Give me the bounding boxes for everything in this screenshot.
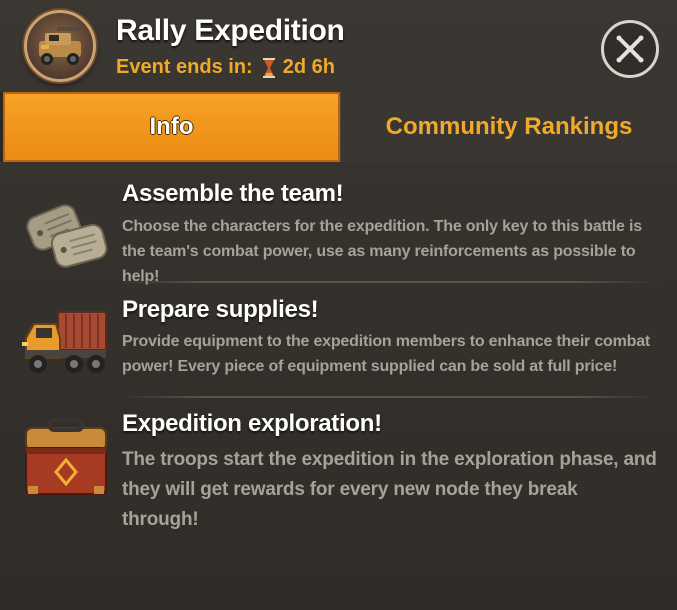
divider — [120, 281, 657, 283]
tab-bar: Info Community Rankings — [0, 92, 677, 162]
list-item: Prepare supplies! Provide equipment to t… — [0, 288, 677, 400]
close-button[interactable] — [601, 20, 659, 78]
armored-vehicle-icon — [24, 10, 96, 82]
dog-tags-icon — [18, 180, 114, 276]
list-item: Assemble the team! Choose the characters… — [0, 172, 677, 285]
close-icon — [616, 35, 644, 63]
row-description: Provide equipment to the expedition memb… — [122, 333, 651, 375]
event-countdown: Event ends in: 2d 6h — [116, 56, 335, 79]
event-panel: Rally Expedition Event ends in: 2d 6h In… — [0, 0, 677, 610]
divider — [120, 396, 657, 398]
row-title: Assemble the team! — [122, 180, 344, 207]
tab-info[interactable]: Info — [3, 92, 340, 162]
row-title: Expedition exploration! — [122, 410, 382, 437]
row-title: Prepare supplies! — [122, 296, 319, 323]
row-description: The troops start the expedition in the e… — [122, 449, 657, 530]
tab-community-rankings[interactable]: Community Rankings — [340, 92, 677, 162]
list-item: Expedition exploration! The troops start… — [0, 404, 677, 530]
supply-truck-icon — [18, 294, 114, 390]
row-description: Choose the characters for the expedition… — [122, 218, 642, 285]
page-title: Rally Expedition — [116, 14, 345, 47]
event-ends-value: 2d 6h — [282, 56, 335, 78]
panel-header: Rally Expedition Event ends in: 2d 6h — [0, 0, 677, 92]
event-ends-label: Event ends in: — [116, 56, 253, 78]
treasure-chest-icon — [18, 412, 114, 508]
hourglass-icon — [261, 57, 277, 78]
